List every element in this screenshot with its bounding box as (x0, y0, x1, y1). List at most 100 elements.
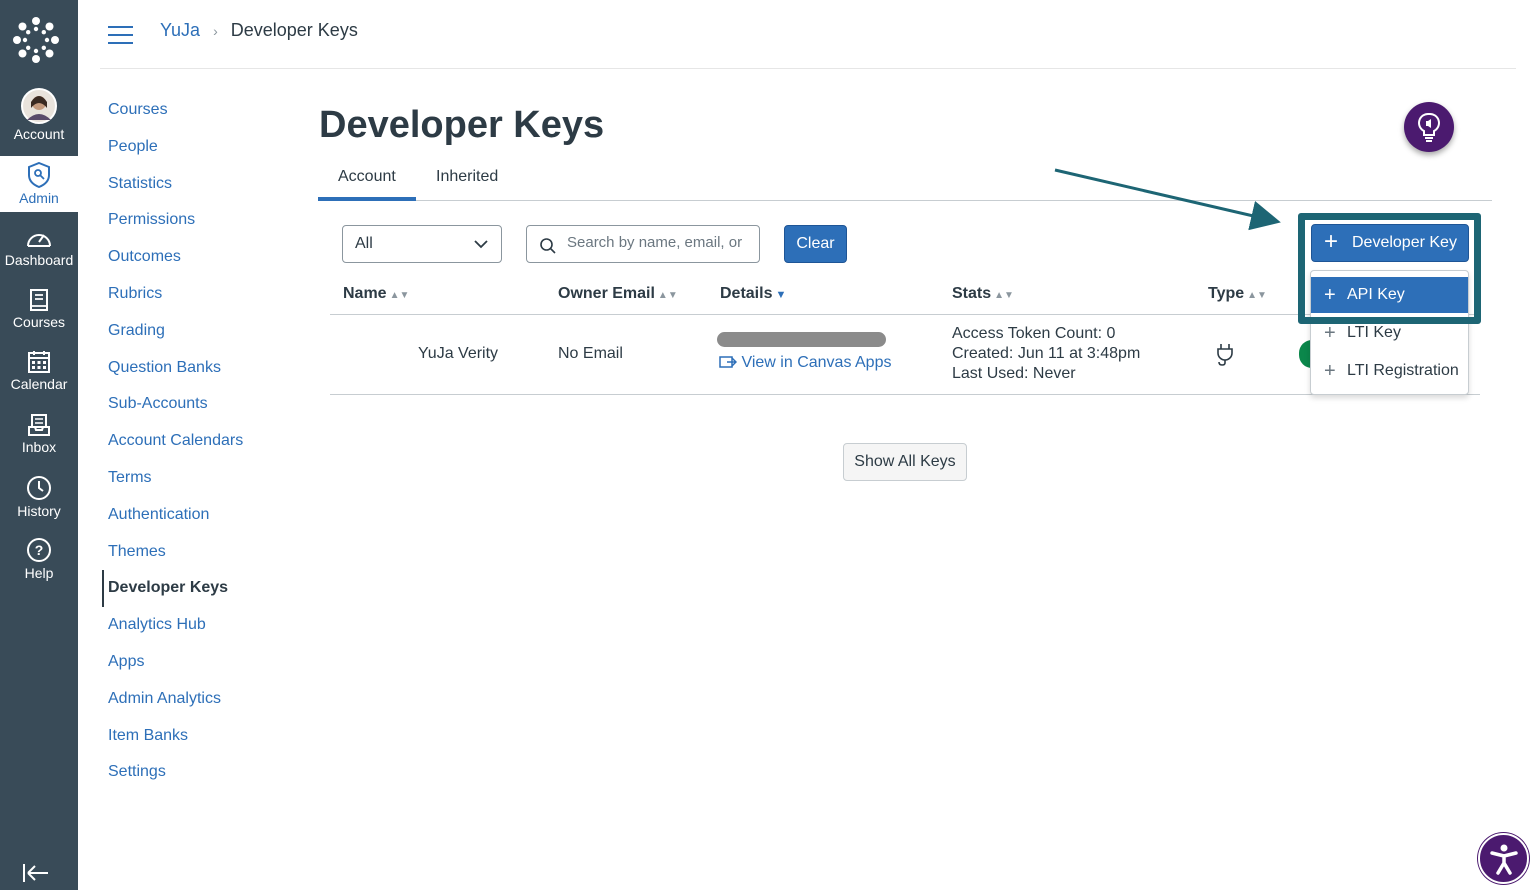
help-icon: ? (27, 538, 51, 562)
subnav-outcomes[interactable]: Outcomes (102, 239, 243, 276)
subnav-statistics[interactable]: Statistics (102, 166, 243, 203)
dashboard-icon (27, 234, 51, 247)
subnav-grading[interactable]: Grading (102, 313, 243, 350)
shield-icon (28, 162, 50, 188)
inbox-icon (28, 414, 50, 436)
nav-dashboard-label: Dashboard (4, 252, 74, 268)
menu-item-lti-key-label: LTI Key (1347, 324, 1401, 341)
nav-courses-label: Courses (12, 314, 66, 330)
column-header-name[interactable]: Name ▲▼ (343, 285, 409, 303)
view-in-canvas-apps-label: View in Canvas Apps (741, 354, 892, 371)
nav-inbox[interactable]: Inbox (0, 413, 78, 455)
hamburger-menu-icon[interactable] (108, 26, 133, 50)
subnav-rubrics[interactable]: Rubrics (102, 276, 243, 313)
subnav-authentication[interactable]: Authentication (102, 497, 243, 534)
subnav-question-banks[interactable]: Question Banks (102, 350, 243, 387)
subnav-sub-accounts[interactable]: Sub-Accounts (102, 386, 243, 423)
top-bar: YuJa › Developer Keys (100, 0, 1516, 69)
nav-calendar[interactable]: Calendar (0, 350, 78, 392)
book-icon (30, 289, 48, 311)
global-nav: Account Admin Dashboard Courses Calendar… (0, 0, 78, 890)
view-in-canvas-apps-link[interactable]: View in Canvas Apps (719, 354, 891, 372)
key-type-select[interactable]: All (342, 225, 502, 263)
sort-icon: ▲▼ (657, 290, 678, 301)
breadcrumb-root-link[interactable]: YuJa (160, 20, 200, 40)
nav-help[interactable]: ? Help (0, 537, 78, 581)
owner-email: No Email (558, 345, 623, 362)
search-input[interactable] (567, 234, 751, 251)
nav-dashboard[interactable]: Dashboard (0, 226, 78, 268)
search-field[interactable] (526, 225, 760, 263)
calendar-icon (28, 351, 50, 373)
column-header-stats-label: Stats (952, 285, 992, 302)
key-name: YuJa Verity (418, 345, 499, 362)
clock-icon (27, 476, 51, 500)
search-icon (540, 238, 556, 254)
stat-created: Created: Jun 11 at 3:48pm (952, 345, 1141, 362)
nav-account[interactable]: Account (0, 88, 78, 142)
plus-icon: + (1324, 360, 1336, 382)
column-header-name-label: Name (343, 285, 387, 302)
key-type-select-value: All (355, 235, 373, 252)
column-header-details-label: Details (720, 285, 773, 302)
nav-history[interactable]: History (0, 475, 78, 519)
key-stats: Access Token Count: 0 Created: Jun 11 at… (952, 324, 1140, 384)
key-tabs: Account Inherited (318, 160, 1492, 201)
subnav-analytics-hub[interactable]: Analytics Hub (102, 607, 243, 644)
subnav-courses[interactable]: Courses (102, 92, 243, 129)
canvas-logo-icon[interactable] (13, 17, 59, 68)
external-link-icon (719, 356, 738, 368)
tab-inherited[interactable]: Inherited (416, 160, 518, 201)
nav-courses[interactable]: Courses (0, 288, 78, 330)
subnav-permissions[interactable]: Permissions (102, 202, 243, 239)
nav-admin[interactable]: Admin (0, 156, 78, 212)
show-all-keys-button[interactable]: Show All Keys (843, 443, 967, 481)
column-header-type[interactable]: Type ▲▼ (1208, 285, 1267, 303)
nav-history-label: History (17, 503, 61, 519)
collapse-nav-icon[interactable] (22, 862, 50, 889)
column-header-type-label: Type (1208, 285, 1245, 302)
column-header-owner-email[interactable]: Owner Email ▲▼ (558, 285, 678, 303)
chevron-down-icon (474, 240, 488, 249)
subnav-item-banks[interactable]: Item Banks (102, 718, 243, 755)
nav-account-label: Account (13, 126, 65, 142)
svg-text:?: ? (35, 542, 44, 558)
lightbulb-icon (1418, 112, 1440, 142)
breadcrumb-current: Developer Keys (230, 20, 358, 40)
sort-descending-icon: ▼ (775, 289, 787, 301)
menu-item-lti-registration-label: LTI Registration (1347, 362, 1459, 379)
accessibility-button[interactable] (1478, 833, 1529, 884)
subnav-apps[interactable]: Apps (102, 644, 243, 681)
column-header-stats[interactable]: Stats ▲▼ (952, 285, 1014, 303)
redacted-details (717, 332, 886, 347)
sort-icon: ▲▼ (389, 290, 410, 301)
subnav-settings[interactable]: Settings (102, 754, 243, 791)
highlight-box (1298, 213, 1481, 324)
column-header-owner-email-label: Owner Email (558, 285, 655, 302)
sort-icon: ▲▼ (1247, 290, 1267, 301)
chevron-right-icon: › (213, 23, 218, 39)
tab-account[interactable]: Account (318, 160, 416, 201)
subnav-account-calendars[interactable]: Account Calendars (102, 423, 243, 460)
clear-button[interactable]: Clear (784, 225, 847, 263)
breadcrumb: YuJa › Developer Keys (160, 20, 358, 41)
subnav-themes[interactable]: Themes (102, 534, 243, 571)
accessibility-icon (1490, 844, 1518, 875)
subnav-people[interactable]: People (102, 129, 243, 166)
lightbulb-helper-button[interactable] (1404, 102, 1454, 152)
nav-admin-label: Admin (19, 190, 59, 206)
sort-icon: ▲▼ (994, 290, 1014, 301)
account-sub-nav: Courses People Statistics Permissions Ou… (102, 92, 243, 791)
stat-last-used: Last Used: Never (952, 365, 1076, 382)
avatar (21, 88, 57, 124)
menu-item-lti-registration[interactable]: + LTI Registration (1311, 353, 1468, 389)
subnav-admin-analytics[interactable]: Admin Analytics (102, 681, 243, 718)
nav-help-label: Help (24, 565, 54, 581)
column-header-details[interactable]: Details ▼ (720, 285, 786, 303)
stat-access-token-count: Access Token Count: 0 (952, 325, 1116, 342)
subnav-developer-keys[interactable]: Developer Keys (102, 570, 243, 608)
nav-calendar-label: Calendar (10, 376, 68, 392)
subnav-terms[interactable]: Terms (102, 460, 243, 497)
plug-icon (1214, 342, 1236, 371)
nav-inbox-label: Inbox (21, 439, 57, 455)
